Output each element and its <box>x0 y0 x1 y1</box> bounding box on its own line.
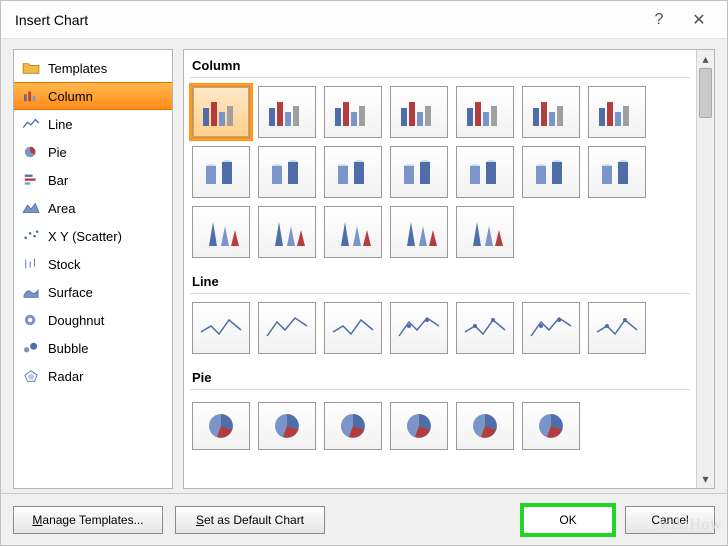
sidebar-item-label: Pie <box>48 145 67 160</box>
stock-chart-icon <box>22 257 40 271</box>
sidebar-item-doughnut[interactable]: Doughnut <box>14 306 172 334</box>
chart-thumb-pie-5[interactable] <box>522 402 580 450</box>
bar-chart-icon <box>22 173 40 187</box>
chart-thumb-column-10[interactable] <box>390 146 448 198</box>
line-chart-icon <box>22 117 40 131</box>
chart-thumb-pie-4[interactable] <box>456 402 514 450</box>
gallery-scrollbar[interactable]: ▴ ▾ <box>696 50 714 488</box>
area-chart-icon <box>22 201 40 215</box>
sidebar-item-label: Bar <box>48 173 68 188</box>
gallery-section-pie: Pie <box>190 366 690 390</box>
sidebar-item-label: Stock <box>48 257 81 272</box>
bubble-chart-icon <box>22 341 40 355</box>
sidebar-item-label: Surface <box>48 285 93 300</box>
chart-thumb-line-3[interactable] <box>390 302 448 354</box>
chart-thumb-column-1[interactable] <box>258 86 316 138</box>
chart-thumb-column-14[interactable] <box>192 206 250 258</box>
sidebar-item-area[interactable]: Area <box>14 194 172 222</box>
chart-category-list[interactable]: Templates Column Line Pie Bar Area X Y (Scatte… <box>13 49 173 489</box>
gallery-section-line: Line <box>190 270 690 294</box>
gallery-thumbs-line <box>190 294 690 362</box>
chart-thumb-column-18[interactable] <box>456 206 514 258</box>
sidebar-item-label: Bubble <box>48 341 88 356</box>
chart-thumb-column-17[interactable] <box>390 206 448 258</box>
chart-thumb-column-13[interactable] <box>588 146 646 198</box>
help-button[interactable]: ? <box>645 6 673 34</box>
radar-chart-icon <box>22 369 40 383</box>
chart-gallery: Column Line Pie ▴ ▾ <box>183 49 715 489</box>
pie-chart-icon <box>22 145 40 159</box>
sidebar-item-templates[interactable]: Templates <box>14 54 172 82</box>
titlebar: Insert Chart ? ✕ <box>1 1 727 39</box>
chart-thumb-column-8[interactable] <box>258 146 316 198</box>
chart-thumb-column-3[interactable] <box>390 86 448 138</box>
manage-templates-button[interactable]: Manage Templates... <box>13 506 163 534</box>
chart-thumb-column-6[interactable] <box>588 86 646 138</box>
chart-thumb-column-12[interactable] <box>522 146 580 198</box>
chart-thumb-column-0[interactable] <box>192 86 250 138</box>
sidebar-item-bubble[interactable]: Bubble <box>14 334 172 362</box>
chart-thumb-column-5[interactable] <box>522 86 580 138</box>
insert-chart-dialog: Insert Chart ? ✕ Templates Column Line Pie B… <box>0 0 728 546</box>
sidebar-item-label: Column <box>48 89 93 104</box>
sidebar-item-label: Radar <box>48 369 83 384</box>
chart-thumb-line-2[interactable] <box>324 302 382 354</box>
sidebar-item-stock[interactable]: Stock <box>14 250 172 278</box>
sidebar-item-radar[interactable]: Radar <box>14 362 172 390</box>
chart-thumb-column-15[interactable] <box>258 206 316 258</box>
scatter-chart-icon <box>22 229 40 243</box>
chart-thumb-pie-2[interactable] <box>324 402 382 450</box>
close-button[interactable]: ✕ <box>685 6 713 34</box>
chart-thumb-pie-0[interactable] <box>192 402 250 450</box>
sidebar-item-label: X Y (Scatter) <box>48 229 122 244</box>
set-as-default-button[interactable]: Set as Default Chart <box>175 506 325 534</box>
gallery-thumbs-column <box>190 78 690 266</box>
ok-button[interactable]: OK <box>523 506 613 534</box>
cancel-button[interactable]: Cancel <box>625 506 715 534</box>
chart-thumb-line-5[interactable] <box>522 302 580 354</box>
dialog-title: Insert Chart <box>15 12 633 28</box>
chart-thumb-pie-3[interactable] <box>390 402 448 450</box>
dialog-footer: Manage Templates... Set as Default Chart… <box>1 493 727 545</box>
doughnut-chart-icon <box>22 313 40 327</box>
sidebar-item-line[interactable]: Line <box>14 110 172 138</box>
chart-thumb-column-7[interactable] <box>192 146 250 198</box>
chart-thumb-pie-1[interactable] <box>258 402 316 450</box>
surface-chart-icon <box>22 285 40 299</box>
chart-thumb-column-16[interactable] <box>324 206 382 258</box>
sidebar-item-surface[interactable]: Surface <box>14 278 172 306</box>
chart-thumb-line-4[interactable] <box>456 302 514 354</box>
gallery-section-column: Column <box>190 54 690 78</box>
gallery-thumbs-pie <box>190 390 690 454</box>
sidebar-item-pie[interactable]: Pie <box>14 138 172 166</box>
folder-icon <box>22 61 40 75</box>
scroll-thumb[interactable] <box>699 68 712 118</box>
chart-thumb-column-2[interactable] <box>324 86 382 138</box>
column-chart-icon <box>22 89 40 103</box>
sidebar-item-label: Doughnut <box>48 313 104 328</box>
dialog-body: Templates Column Line Pie Bar Area X Y (Scatte… <box>1 39 727 493</box>
chart-thumb-column-11[interactable] <box>456 146 514 198</box>
sidebar-item-label: Area <box>48 201 75 216</box>
scroll-down-icon[interactable]: ▾ <box>697 470 714 488</box>
chart-thumb-line-0[interactable] <box>192 302 250 354</box>
sidebar-item-label: Line <box>48 117 73 132</box>
chart-thumb-column-9[interactable] <box>324 146 382 198</box>
chart-gallery-content: Column Line Pie <box>184 50 696 488</box>
sidebar-item-bar[interactable]: Bar <box>14 166 172 194</box>
sidebar-item-column[interactable]: Column <box>14 82 172 110</box>
sidebar-item-label: Templates <box>48 61 107 76</box>
chart-thumb-line-1[interactable] <box>258 302 316 354</box>
chart-thumb-line-6[interactable] <box>588 302 646 354</box>
scroll-up-icon[interactable]: ▴ <box>697 50 714 68</box>
chart-thumb-column-4[interactable] <box>456 86 514 138</box>
scroll-track[interactable] <box>697 68 714 470</box>
sidebar-item-x-y-scatter-[interactable]: X Y (Scatter) <box>14 222 172 250</box>
